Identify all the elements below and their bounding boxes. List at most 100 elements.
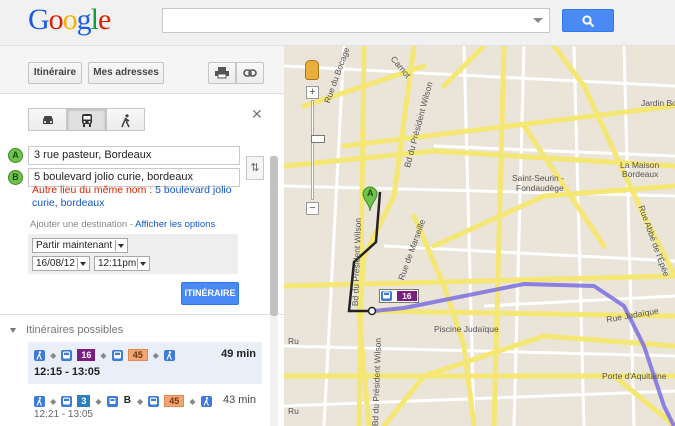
mode-walk-button[interactable] (106, 108, 145, 131)
itineraire-button[interactable]: Itinéraire (28, 62, 82, 84)
print-button[interactable] (208, 62, 236, 84)
chevron-down-icon[interactable] (533, 18, 543, 23)
google-logo[interactable]: Google (28, 2, 111, 38)
origin-field[interactable]: 3 rue pasteur, Bordeaux (28, 146, 240, 165)
bus-icon (148, 395, 160, 407)
date-value: 16/08/12 (36, 258, 75, 269)
map-label-ru-bottom: Ru (288, 406, 299, 416)
walk-icon (200, 395, 212, 407)
get-directions-button[interactable]: ITINÉRAIRE (181, 282, 239, 305)
zoom-out-button[interactable]: − (306, 202, 319, 215)
logo-letter-g2: g (76, 3, 92, 36)
depart-mode-select[interactable]: Partir maintenant (32, 238, 128, 253)
line-badge: 16 (77, 349, 96, 362)
swap-directions-button[interactable]: ⇅ (246, 156, 264, 180)
possible-routes-title: Itinéraires possibles (26, 324, 124, 336)
walk-icon (121, 114, 130, 128)
directions-panel: Itinéraire Mes adresses ✕ A 3 rue pasteu… (0, 46, 284, 426)
line-badge: 3 (77, 395, 91, 408)
logo-letter-o1: o (48, 3, 64, 36)
zoom-slider-thumb[interactable] (311, 135, 325, 143)
chevron-right-icon: ◆ (189, 396, 196, 406)
zoom-slider-track[interactable] (311, 100, 325, 200)
map-canvas[interactable] (284, 46, 675, 426)
zoom-control: + − (306, 86, 325, 216)
car-icon (43, 116, 53, 124)
bus-icon (381, 291, 392, 301)
chevron-right-icon: ◆ (100, 350, 107, 360)
route-times: 12:15 - 13:05 (34, 366, 101, 378)
show-options-link[interactable]: Afficher les options (135, 219, 215, 230)
link-icon (243, 69, 257, 77)
map-transit-badge[interactable]: 16 (379, 289, 419, 303)
marker-a: A (8, 148, 23, 163)
route-duration: 49 min (221, 348, 256, 360)
logo-letter-e: e (98, 3, 111, 36)
logo-letter-o2: o (62, 3, 78, 36)
logo-letter-l: l (90, 3, 99, 36)
chevron-down-icon (115, 240, 126, 251)
print-icon (215, 67, 229, 79)
route-steps: ◆ 16 ◆ 45 ◆ (34, 349, 177, 362)
map-view[interactable]: Rue du Bocage Carnot Bd du Président Wil… (284, 46, 675, 426)
add-destination-link[interactable]: Ajouter une destination (30, 219, 127, 230)
alt-location-prefix: Autre lieu du même nom : (32, 184, 156, 196)
start-marker-pin[interactable]: A (362, 186, 378, 215)
zoom-in-button[interactable]: + (306, 86, 319, 99)
street-view-pegman-icon[interactable] (305, 60, 319, 80)
walk-icon (34, 349, 45, 361)
close-icon[interactable]: ✕ (251, 106, 263, 123)
add-destination-separator: - (127, 219, 136, 230)
map-label-porte: Porte d'Aquitaine (602, 371, 667, 381)
link-button[interactable] (236, 62, 264, 84)
add-destination-row: Ajouter une destination - Afficher les o… (30, 219, 215, 230)
travel-mode-selector (28, 108, 145, 131)
mode-car-button[interactable] (28, 108, 67, 131)
bus-icon (61, 395, 73, 407)
divider (0, 314, 284, 315)
search-input[interactable] (162, 8, 550, 33)
bus-icon (111, 349, 123, 361)
date-select[interactable]: 16/08/12 (32, 256, 90, 271)
mes-adresses-button[interactable]: Mes adresses (88, 62, 164, 84)
line-badge: 45 (127, 349, 148, 362)
map-label-ru-left: Ru (288, 336, 299, 346)
map-label-jardin: Jardin Bo (641, 98, 675, 108)
tram-icon (106, 395, 118, 407)
swap-icon: ⇅ (250, 162, 260, 174)
scrollbar-thumb[interactable] (270, 156, 278, 316)
chevron-down-icon (77, 258, 88, 269)
chevron-down-icon (10, 327, 16, 333)
top-bar: Google (0, 0, 675, 46)
panel-toolbar: Itinéraire Mes adresses (0, 46, 284, 94)
depart-mode-value: Partir maintenant (36, 240, 113, 251)
alternative-location-notice: Autre lieu du même nom : 5 boulevard jol… (32, 184, 250, 210)
search-button[interactable] (562, 9, 614, 32)
time-select[interactable]: 12:11pm (94, 256, 150, 271)
panel-scrollbar[interactable] (270, 156, 278, 426)
time-value: 12:11pm (98, 258, 137, 269)
route-option-2[interactable]: ◆ 3 ◆ B ◆ 45 ◆ 43 min 12:21 - 13:05 (28, 388, 262, 424)
possible-routes-header[interactable]: Itinéraires possibles (10, 324, 123, 336)
route-times: 12:21 - 13:05 (34, 409, 93, 420)
search-icon (582, 15, 595, 28)
map-line-badge: 16 (397, 291, 417, 301)
map-label-seurin: Saint-Seurin - (512, 173, 564, 183)
route-steps: ◆ 3 ◆ B ◆ 45 ◆ (34, 395, 214, 408)
chevron-right-icon: ◆ (137, 396, 144, 406)
chevron-down-icon (137, 258, 148, 269)
chevron-right-icon: ◆ (95, 396, 102, 406)
map-label-piscine: Piscine Judaïque (434, 324, 499, 334)
route-option-1[interactable]: ◆ 16 ◆ 45 ◆ 49 min 12:15 - 13:05 (28, 342, 262, 384)
logo-letter-g: G (28, 3, 50, 36)
route-duration: 43 min (222, 394, 256, 406)
chevron-right-icon: ◆ (50, 396, 57, 406)
walk-icon (34, 395, 45, 407)
line-badge: 45 (164, 395, 185, 408)
line-badge: B (123, 395, 131, 407)
chevron-right-icon: ◆ (50, 350, 57, 360)
mode-transit-button[interactable] (67, 108, 106, 131)
walk-icon (164, 349, 175, 361)
map-label-fondaudege: Fondaudège (516, 183, 564, 193)
transit-icon (82, 114, 92, 127)
